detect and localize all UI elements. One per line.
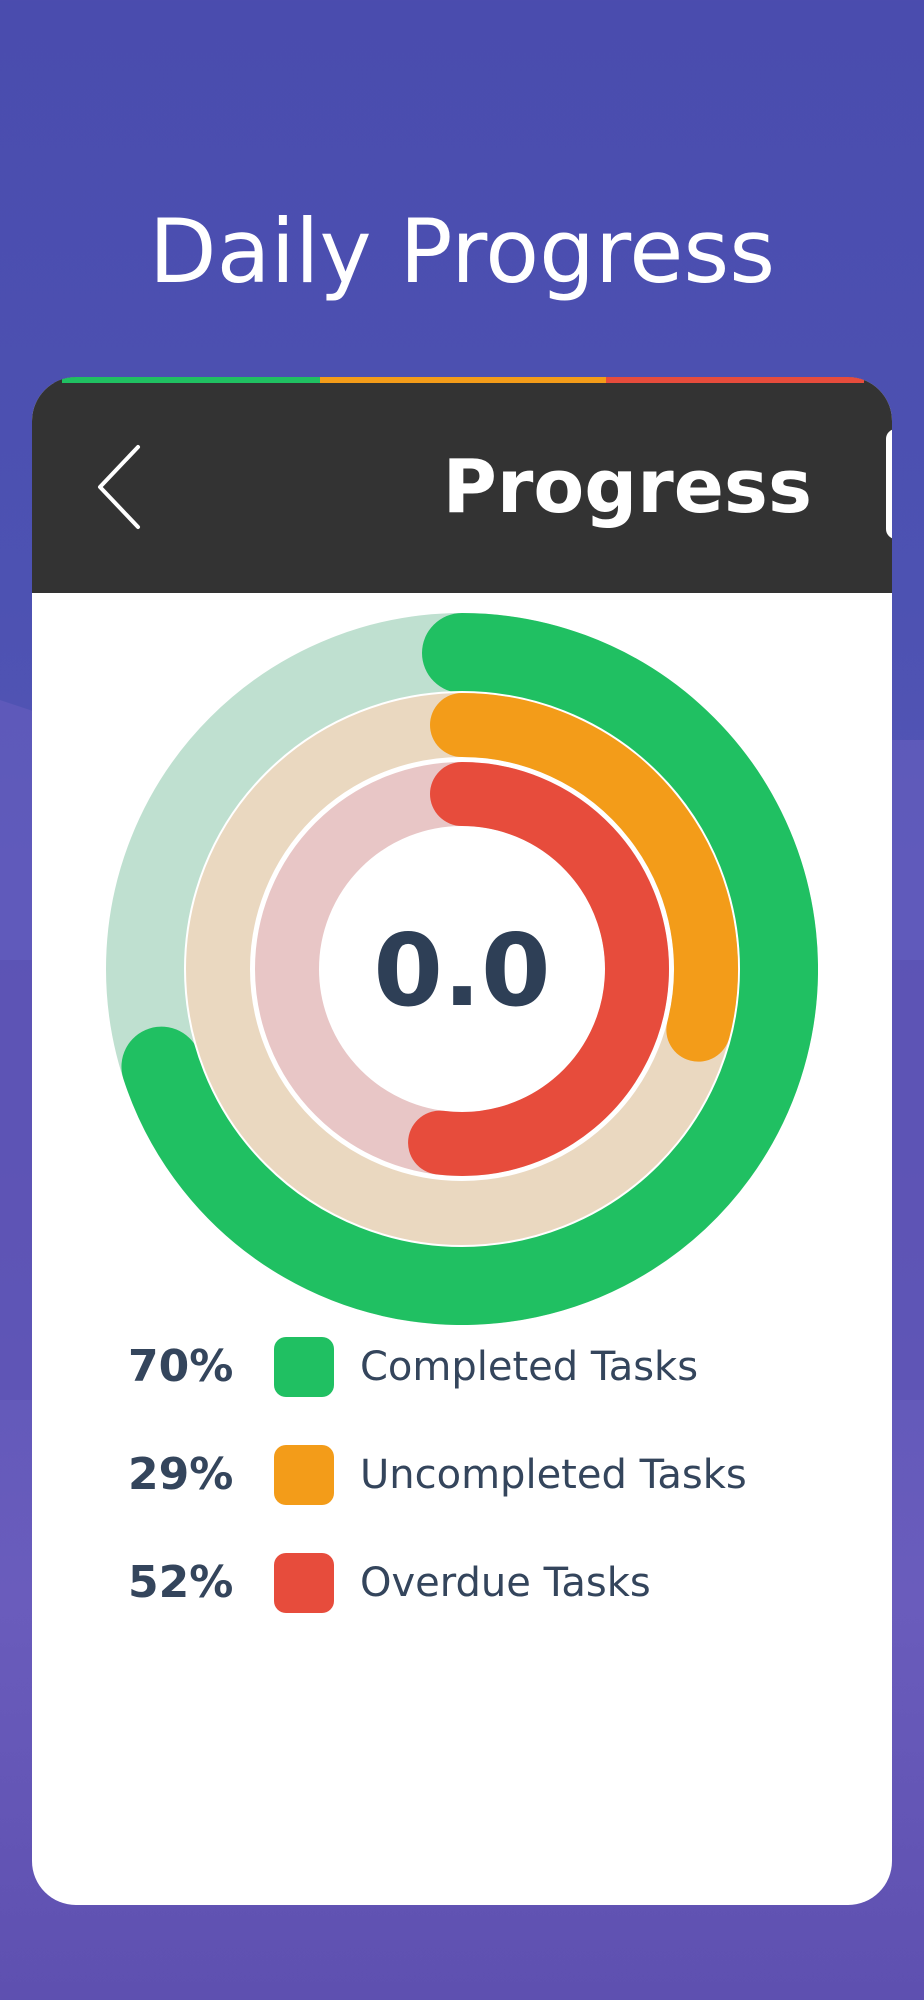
legend-swatch-uncompleted [274, 1445, 334, 1505]
legend-label: Overdue Tasks [360, 1560, 651, 1606]
legend-label: Uncompleted Tasks [360, 1452, 747, 1498]
legend-swatch-completed [274, 1337, 334, 1397]
page-title: Daily Progress [148, 200, 776, 303]
back-button[interactable] [88, 437, 168, 537]
legend-label: Completed Tasks [360, 1344, 699, 1390]
legend-percent: 70% [128, 1341, 234, 1392]
legend-percent: 29% [128, 1449, 234, 1500]
nav-title: Progress [442, 444, 812, 530]
legend-percent: 52% [128, 1557, 234, 1608]
app-window: Progress 0.0 70% Completed Tasks 29% Unc… [32, 377, 892, 1905]
legend-item-overdue: 52% Overdue Tasks [128, 1553, 828, 1613]
legend-swatch-overdue [274, 1553, 334, 1613]
legend-item-uncompleted: 29% Uncompleted Tasks [128, 1445, 828, 1505]
progress-radial-chart: 0.0 [106, 613, 818, 1325]
nav-bar: Progress [32, 377, 892, 593]
nav-edge-tab [886, 429, 892, 539]
center-value: 0.0 [373, 912, 550, 1029]
chevron-left-icon [98, 445, 140, 529]
nav-color-stripe [32, 377, 892, 383]
legend-item-completed: 70% Completed Tasks [128, 1337, 828, 1397]
